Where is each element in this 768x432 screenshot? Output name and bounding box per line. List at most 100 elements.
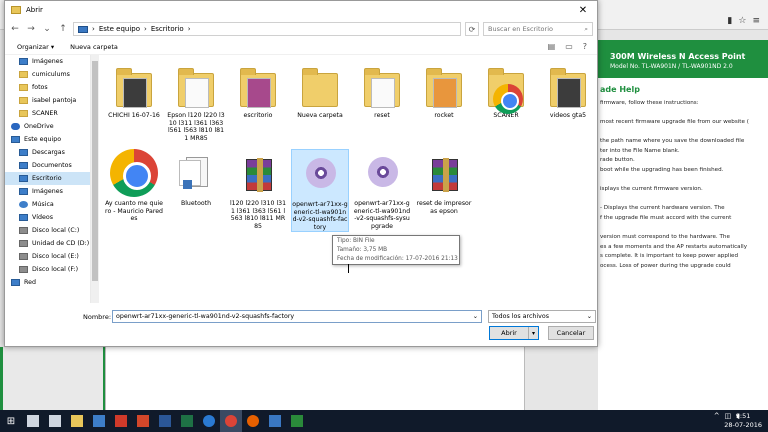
nav-item[interactable]: Red xyxy=(5,276,90,289)
search-input[interactable] xyxy=(488,25,578,33)
open-button-label[interactable]: Abrir xyxy=(490,329,528,337)
chevron-down-icon[interactable]: ⌄ xyxy=(473,313,478,320)
filename-value[interactable]: openwrt-ar71xx-generic-tl-wa901nd-v2-squ… xyxy=(116,313,294,320)
chevron-down-icon[interactable]: ⌄ xyxy=(41,23,53,35)
firefox-icon[interactable] xyxy=(242,410,264,432)
file-item-label: Bluetooth xyxy=(180,200,212,207)
new-folder-button[interactable]: Nueva carpeta xyxy=(70,43,118,51)
nav-item[interactable]: Escritorio xyxy=(5,172,90,185)
library-icon xyxy=(11,136,20,143)
tray-chevron-icon[interactable]: ^ xyxy=(714,412,720,420)
up-arrow-icon[interactable]: ↑ xyxy=(57,23,69,35)
task-view-icon[interactable] xyxy=(44,410,66,432)
nav-item-label: fotos xyxy=(32,84,48,91)
file-item[interactable]: reset xyxy=(353,61,411,120)
nav-item[interactable]: Imágenes xyxy=(5,185,90,198)
nav-item[interactable]: Descargas xyxy=(5,146,90,159)
file-item[interactable]: l120 l220 l310 l311 l361 l363 l561 l563 … xyxy=(229,149,287,230)
file-item[interactable]: Epson l120 l220 l310 l311 l361 l363 l561… xyxy=(167,61,225,142)
word-icon[interactable] xyxy=(154,410,176,432)
file-item[interactable]: escritorio xyxy=(229,61,287,120)
dialog-titlebar[interactable]: Abrir ✕ xyxy=(5,1,597,19)
explorer-icon[interactable] xyxy=(66,410,88,432)
chrome-icon[interactable] xyxy=(220,410,242,432)
search-box[interactable]: ⌕ xyxy=(483,22,593,36)
file-item-label: videos gta5 xyxy=(549,112,587,119)
address-bar[interactable]: › Este equipo › Escritorio › xyxy=(73,22,461,36)
cancel-button[interactable]: Cancelar xyxy=(548,326,594,340)
file-item[interactable]: CHICHI 16-07-16 xyxy=(105,61,163,120)
file-item[interactable]: openwrt-ar71xx-generic-tl-wa901nd-v2-squ… xyxy=(291,149,349,233)
back-arrow-icon[interactable]: ← xyxy=(9,23,21,35)
file-item[interactable]: reset de impresoras epson xyxy=(415,149,473,215)
file-item[interactable]: Bluetooth xyxy=(167,149,225,208)
refresh-button[interactable]: ⟳ xyxy=(465,22,479,36)
folder-icon xyxy=(550,61,586,109)
scrollbar-thumb[interactable] xyxy=(92,61,98,281)
nav-item[interactable]: Disco local (E:) xyxy=(5,250,90,263)
open-dropdown-icon[interactable]: ▾ xyxy=(528,327,538,339)
tooltip-size: Tamaño: 3,75 MB xyxy=(337,247,388,253)
system-clock[interactable]: 9:51 28-07-2016 xyxy=(724,412,762,430)
file-item[interactable]: SCANER xyxy=(477,61,535,120)
filetype-select[interactable]: Todos los archivos ⌄ xyxy=(488,310,596,323)
navigation-scrollbar[interactable] xyxy=(91,55,99,303)
nav-item-label: SCANER xyxy=(32,110,58,117)
library-icon xyxy=(19,162,28,169)
open-button[interactable]: Abrir ▾ xyxy=(489,326,539,340)
menu-icon[interactable]: ≡ xyxy=(752,16,760,26)
tooltip-modified: Fecha de modificación: 17-07-2016 21:13 xyxy=(337,256,458,262)
forward-arrow-icon[interactable]: → xyxy=(25,23,37,35)
store-icon[interactable] xyxy=(88,410,110,432)
browser-toolbar-icons: ▮ ☆ ≡ xyxy=(727,16,760,26)
nav-item[interactable]: Este equipo xyxy=(5,133,90,146)
excel-icon[interactable] xyxy=(176,410,198,432)
breadcrumb-este-equipo[interactable]: Este equipo xyxy=(99,25,140,33)
powerpoint-icon[interactable] xyxy=(132,410,154,432)
nav-item-label: Disco local (E:) xyxy=(32,253,79,260)
file-item[interactable]: Ay cuanto me quiero - Mauricio Paredes xyxy=(105,149,163,223)
bluetooth-shortcut-icon xyxy=(178,149,214,197)
mouse-cursor-icon xyxy=(348,264,354,273)
filetype-value[interactable]: Todos los archivos xyxy=(492,313,549,320)
file-item[interactable]: openwrt-ar71xx-generic-tl-wa901nd-v2-squ… xyxy=(353,149,411,230)
organize-button[interactable]: Organizar ▾ xyxy=(17,43,54,51)
navigation-bar: ← → ⌄ ↑ › Este equipo › Escritorio › ⟳ ⌕ xyxy=(5,19,597,39)
acrobat-icon[interactable] xyxy=(110,410,132,432)
preview-pane-icon[interactable]: ▭ xyxy=(565,42,573,51)
file-item[interactable]: rocket xyxy=(415,61,473,120)
file-item[interactable]: videos gta5 xyxy=(539,61,595,120)
nav-item[interactable]: Documentos xyxy=(5,159,90,172)
nav-item[interactable]: isabel pantoja xyxy=(5,94,90,107)
nav-item[interactable]: fotos xyxy=(5,81,90,94)
nav-item[interactable]: OneDrive xyxy=(5,120,90,133)
star-icon[interactable]: ☆ xyxy=(738,16,746,26)
router-help-line: firmware, follow these instructions: xyxy=(600,99,699,106)
nav-item[interactable]: Unidad de CD (D:) xyxy=(5,237,90,250)
edge-icon[interactable] xyxy=(198,410,220,432)
close-button[interactable]: ✕ xyxy=(569,1,597,19)
nav-item[interactable]: Música xyxy=(5,198,90,211)
nav-item[interactable]: Vídeos xyxy=(5,211,90,224)
router-content-strip xyxy=(105,347,525,410)
nav-item[interactable]: Disco local (C:) xyxy=(5,224,90,237)
nav-item[interactable]: cumiculums xyxy=(5,68,90,81)
breadcrumb-escritorio[interactable]: Escritorio xyxy=(151,25,184,33)
chevron-down-icon[interactable]: ⌄ xyxy=(587,313,592,320)
search-icon[interactable] xyxy=(22,410,44,432)
app-blue-icon[interactable] xyxy=(264,410,286,432)
help-icon[interactable]: ? xyxy=(583,42,587,51)
windows-start-icon[interactable]: ⊞ xyxy=(0,410,22,432)
nav-item[interactable]: Imágenes xyxy=(5,55,90,68)
nav-item[interactable]: Disco local (F:) xyxy=(5,263,90,276)
folder-icon xyxy=(178,61,214,109)
signal-icon[interactable]: ▮ xyxy=(727,16,732,26)
router-help-line: ocess. Loss of power during the upgrade … xyxy=(600,262,731,269)
nav-item[interactable]: SCANER xyxy=(5,107,90,120)
file-item[interactable]: Nueva carpeta xyxy=(291,61,349,120)
view-options-icon[interactable]: ▤ xyxy=(548,42,556,51)
nav-item-label: Red xyxy=(24,279,36,286)
router-help-line xyxy=(600,128,768,136)
filename-input[interactable]: openwrt-ar71xx-generic-tl-wa901nd-v2-squ… xyxy=(112,310,482,323)
app-green-icon[interactable] xyxy=(286,410,308,432)
